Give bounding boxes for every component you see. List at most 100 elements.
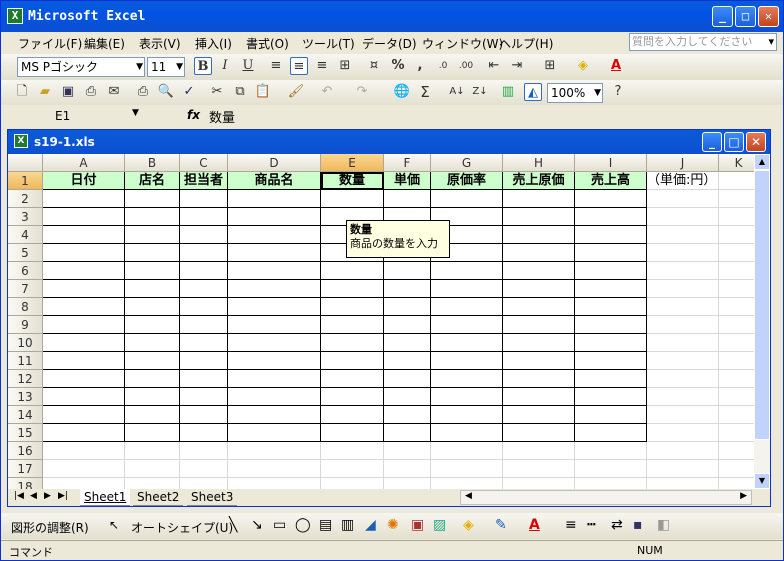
fill-color-icon[interactable]: ◈ [574, 57, 592, 75]
row-header-2[interactable]: 2 [8, 190, 43, 208]
cell-e2[interactable] [321, 190, 384, 208]
cell-a4[interactable] [43, 226, 125, 244]
cell-i3[interactable] [575, 208, 647, 226]
cell-g8[interactable] [431, 298, 503, 316]
menu-window[interactable]: ウィンドウ(W) [422, 35, 503, 52]
cell-a14[interactable] [43, 406, 125, 424]
cell-d13[interactable] [228, 388, 321, 406]
line-icon[interactable]: ╲ [229, 517, 237, 533]
font-size-select[interactable]: 11 ▼ [147, 57, 185, 77]
cell-a12[interactable] [43, 370, 125, 388]
cell-f15[interactable] [384, 424, 431, 442]
cell-j13[interactable] [647, 388, 719, 406]
cell-d17[interactable] [228, 460, 321, 478]
draw-menu-button[interactable]: 図形の調整(R) [11, 519, 89, 536]
cell-f18[interactable] [384, 478, 431, 489]
cell-g18[interactable] [431, 478, 503, 489]
cell-a7[interactable] [43, 280, 125, 298]
scroll-left-icon[interactable]: ◀ [465, 491, 472, 501]
cell-k16[interactable] [719, 442, 754, 460]
cell-c8[interactable] [180, 298, 228, 316]
cell-i16[interactable] [575, 442, 647, 460]
cell-j3[interactable] [647, 208, 719, 226]
cell-i18[interactable] [575, 478, 647, 489]
row-header-5[interactable]: 5 [8, 244, 43, 262]
cell-h1[interactable]: 売上原価 [503, 172, 575, 190]
help-search-input[interactable]: 質問を入力してください ▾ [629, 33, 777, 51]
cell-f17[interactable] [384, 460, 431, 478]
cell-k1[interactable] [719, 172, 754, 190]
cell-k15[interactable] [719, 424, 754, 442]
formula-input[interactable]: 数量 [209, 107, 235, 126]
cell-k7[interactable] [719, 280, 754, 298]
decrease-decimal-icon[interactable]: .00 [457, 57, 475, 75]
cell-k17[interactable] [719, 460, 754, 478]
cell-e16[interactable] [321, 442, 384, 460]
cell-f1[interactable]: 単価 [384, 172, 431, 190]
scroll-thumb[interactable] [754, 170, 770, 440]
cell-b12[interactable] [125, 370, 180, 388]
cell-j14[interactable] [647, 406, 719, 424]
row-header-13[interactable]: 13 [8, 388, 43, 406]
cell-k12[interactable] [719, 370, 754, 388]
cell-b15[interactable] [125, 424, 180, 442]
column-header-c[interactable]: C [180, 154, 228, 172]
cell-h11[interactable] [503, 352, 575, 370]
cell-i7[interactable] [575, 280, 647, 298]
copy-icon[interactable]: ⧉ [231, 83, 249, 101]
cell-f2[interactable] [384, 190, 431, 208]
menu-tools[interactable]: ツール(T) [302, 35, 355, 52]
font-color-icon[interactable]: A [529, 517, 540, 533]
cell-d7[interactable] [228, 280, 321, 298]
spelling-icon[interactable]: ✓ [180, 83, 198, 101]
cell-b9[interactable] [125, 316, 180, 334]
cell-g12[interactable] [431, 370, 503, 388]
cell-d4[interactable] [228, 226, 321, 244]
3d-icon[interactable]: ◧ [657, 517, 670, 533]
cell-e15[interactable] [321, 424, 384, 442]
cell-a9[interactable] [43, 316, 125, 334]
menu-insert[interactable]: 挿入(I) [195, 35, 232, 52]
cell-d12[interactable] [228, 370, 321, 388]
cell-i13[interactable] [575, 388, 647, 406]
cell-b1[interactable]: 店名 [125, 172, 180, 190]
fill-color-icon[interactable]: ◈ [463, 517, 474, 533]
comma-button[interactable]: , [411, 57, 429, 75]
cell-i8[interactable] [575, 298, 647, 316]
underline-button[interactable]: U [239, 57, 257, 75]
cell-f9[interactable] [384, 316, 431, 334]
merge-center-icon[interactable]: ⊞ [336, 57, 354, 75]
cell-h8[interactable] [503, 298, 575, 316]
cell-i6[interactable] [575, 262, 647, 280]
cell-b16[interactable] [125, 442, 180, 460]
cell-j17[interactable] [647, 460, 719, 478]
cell-h3[interactable] [503, 208, 575, 226]
cell-k18[interactable] [719, 478, 754, 489]
permission-icon[interactable]: ⎙ [82, 83, 100, 101]
diagram-icon[interactable]: ✺ [387, 517, 399, 533]
cell-g6[interactable] [431, 262, 503, 280]
workbook-minimize-button[interactable]: _ [702, 132, 722, 152]
row-header-12[interactable]: 12 [8, 370, 43, 388]
cell-j7[interactable] [647, 280, 719, 298]
cell-h15[interactable] [503, 424, 575, 442]
cell-d3[interactable] [228, 208, 321, 226]
cell-e8[interactable] [321, 298, 384, 316]
cell-j16[interactable] [647, 442, 719, 460]
line-color-icon[interactable]: ✎ [495, 517, 507, 533]
cell-c3[interactable] [180, 208, 228, 226]
cell-g10[interactable] [431, 334, 503, 352]
cell-h9[interactable] [503, 316, 575, 334]
column-header-f[interactable]: F [384, 154, 431, 172]
cell-j8[interactable] [647, 298, 719, 316]
vertical-scrollbar[interactable]: ▲ ▼ [754, 154, 770, 489]
cell-f16[interactable] [384, 442, 431, 460]
column-header-d[interactable]: D [228, 154, 321, 172]
cell-d16[interactable] [228, 442, 321, 460]
cell-j11[interactable] [647, 352, 719, 370]
select-objects-icon[interactable]: ↖ [109, 518, 119, 532]
cell-k5[interactable] [719, 244, 754, 262]
help-icon[interactable]: ? [609, 83, 627, 101]
cell-c18[interactable] [180, 478, 228, 489]
cell-k6[interactable] [719, 262, 754, 280]
